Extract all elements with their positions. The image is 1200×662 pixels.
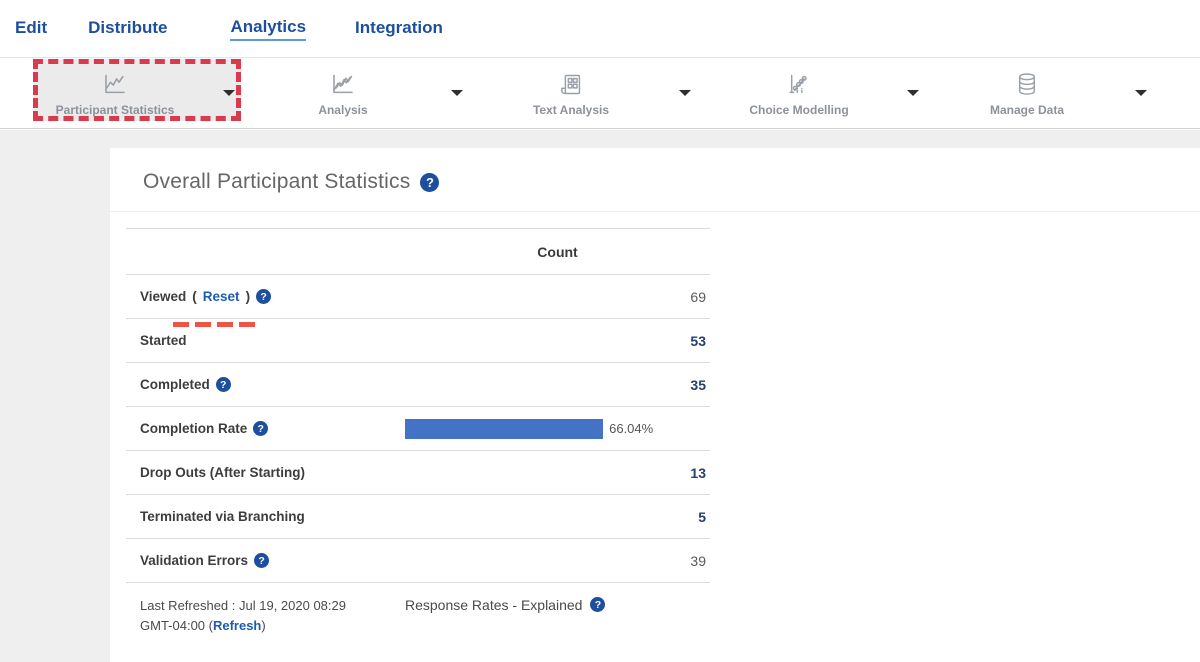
- table-header-row: Count: [126, 228, 710, 275]
- help-icon[interactable]: ?: [420, 173, 439, 192]
- tool-group-participant-statistics: Participant Statistics: [24, 58, 252, 128]
- row-label: Completed: [140, 377, 210, 392]
- help-icon[interactable]: ?: [216, 377, 231, 392]
- annotation-dashed-underline: [173, 322, 256, 327]
- nav-item-analytics[interactable]: Analytics: [230, 17, 306, 41]
- table-row-terminated: Terminated via Branching 5: [126, 495, 710, 539]
- help-icon[interactable]: ?: [254, 553, 269, 568]
- help-icon[interactable]: ?: [253, 421, 268, 436]
- row-label-cell: Completion Rate ?: [126, 421, 405, 436]
- table-row-viewed: Viewed ( Reset ) ? 69: [126, 275, 710, 319]
- tool-label: Manage Data: [990, 103, 1064, 117]
- completion-rate-value: 66.04%: [609, 421, 653, 436]
- row-label-cell: Drop Outs (After Starting): [126, 465, 405, 480]
- completion-rate-bar-track: 66.04%: [405, 419, 705, 439]
- text-analysis-dropdown[interactable]: [662, 58, 708, 128]
- nav-item-distribute[interactable]: Distribute: [88, 18, 167, 40]
- row-count: 39: [405, 553, 710, 569]
- analysis-button[interactable]: Analysis: [252, 58, 434, 128]
- last-refreshed-text: Last Refreshed : Jul 19, 2020 08:29 GMT-…: [126, 596, 405, 636]
- chevron-down-icon: [1135, 90, 1147, 96]
- last-refreshed-line1: Last Refreshed : Jul 19, 2020 08:29: [140, 598, 346, 613]
- tool-group-analysis: Analysis: [252, 58, 480, 128]
- statistics-card: Overall Participant Statistics ? Count V…: [110, 148, 1200, 662]
- title-divider: [110, 211, 1200, 212]
- response-rates-row: Response Rates - Explained ?: [405, 596, 710, 636]
- row-label-cell: Started: [126, 333, 405, 348]
- manage-data-button[interactable]: Manage Data: [936, 58, 1118, 128]
- chevron-down-icon: [223, 90, 235, 96]
- row-count: 35: [405, 377, 710, 393]
- chevron-down-icon: [451, 90, 463, 96]
- participant-statistics-button[interactable]: Participant Statistics: [24, 58, 206, 128]
- table-row-validation-errors: Validation Errors ? 39: [126, 539, 710, 583]
- gmt-prefix: GMT-04:00 (: [140, 618, 213, 633]
- tool-group-text-analysis: Text Analysis: [480, 58, 708, 128]
- row-label-cell: Completed ?: [126, 377, 405, 392]
- nav-item-integration[interactable]: Integration: [355, 18, 443, 40]
- chevron-down-icon: [907, 90, 919, 96]
- row-label: Terminated via Branching: [140, 509, 305, 524]
- row-label: Validation Errors: [140, 553, 248, 568]
- row-label: Drop Outs (After Starting): [140, 465, 305, 480]
- page-title: Overall Participant Statistics: [143, 170, 410, 194]
- participant-statistics-dropdown[interactable]: [206, 58, 252, 128]
- tool-label: Participant Statistics: [56, 103, 175, 117]
- refresh-link[interactable]: Refresh: [213, 618, 261, 633]
- paren-close: ): [246, 289, 251, 304]
- tool-label: Choice Modelling: [749, 103, 848, 117]
- help-icon[interactable]: ?: [256, 289, 271, 304]
- row-label: Started: [140, 333, 187, 348]
- choice-modelling-dropdown[interactable]: [890, 58, 936, 128]
- scatter-trend-icon: [784, 71, 814, 98]
- card-title-row: Overall Participant Statistics ?: [110, 148, 1200, 194]
- gmt-suffix: ): [261, 618, 265, 633]
- row-label: Completion Rate: [140, 421, 247, 436]
- line-chart-icon: [100, 71, 130, 98]
- row-count: 69: [405, 289, 710, 305]
- row-count: 13: [405, 465, 710, 481]
- table-row-completed: Completed ? 35: [126, 363, 710, 407]
- analysis-dropdown[interactable]: [434, 58, 480, 128]
- row-label-cell: Viewed ( Reset ) ?: [126, 289, 405, 304]
- tool-label: Text Analysis: [533, 103, 609, 117]
- row-count: 5: [405, 509, 710, 525]
- line-chart-icon: [328, 71, 358, 98]
- tool-label: Analysis: [318, 103, 367, 117]
- tool-group-choice-modelling: Choice Modelling: [708, 58, 936, 128]
- table-footer-row: Last Refreshed : Jul 19, 2020 08:29 GMT-…: [126, 583, 710, 636]
- database-icon: [1012, 71, 1042, 98]
- completion-rate-bar-fill: [405, 419, 603, 439]
- row-label-cell: Validation Errors ?: [126, 553, 405, 568]
- participant-statistics-table: Count Viewed ( Reset ) ? 69 Started 53 C…: [126, 228, 710, 636]
- manage-data-dropdown[interactable]: [1118, 58, 1164, 128]
- document-grid-icon: [556, 71, 586, 98]
- paren-open: (: [192, 289, 197, 304]
- table-row-drop-outs: Drop Outs (After Starting) 13: [126, 451, 710, 495]
- help-icon[interactable]: ?: [590, 597, 605, 612]
- row-label: Viewed: [140, 289, 186, 304]
- table-row-completion-rate: Completion Rate ? 66.04%: [126, 407, 710, 451]
- count-column-header: Count: [405, 244, 710, 260]
- row-label-cell: Terminated via Branching: [126, 509, 405, 524]
- analytics-toolbar: Participant Statistics Analysis: [0, 57, 1200, 129]
- choice-modelling-button[interactable]: Choice Modelling: [708, 58, 890, 128]
- tool-group-manage-data: Manage Data: [936, 58, 1164, 128]
- completion-rate-cell: 66.04%: [405, 419, 710, 439]
- response-rates-label: Response Rates - Explained: [405, 597, 582, 613]
- chevron-down-icon: [679, 90, 691, 96]
- reset-link[interactable]: Reset: [203, 289, 240, 304]
- nav-item-edit[interactable]: Edit: [15, 18, 47, 40]
- top-navbar: Edit Distribute Analytics Integration: [0, 0, 1200, 57]
- row-count: 53: [405, 333, 710, 349]
- text-analysis-button[interactable]: Text Analysis: [480, 58, 662, 128]
